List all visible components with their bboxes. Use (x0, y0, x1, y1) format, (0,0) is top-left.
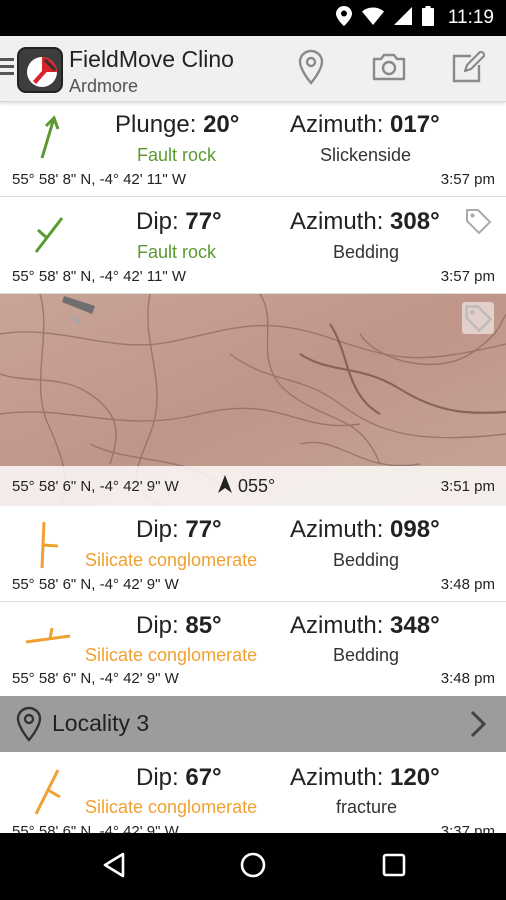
home-button[interactable] (233, 847, 273, 887)
tag-icon[interactable] (464, 207, 492, 235)
photo-record[interactable]: 55° 58' 6" N, -4° 42' 9" W 055° 3:51 pm (0, 294, 506, 506)
list-item[interactable]: Dip: 67° Azimuth: 120° Silicate conglome… (0, 752, 506, 833)
edit-note-icon (451, 49, 487, 88)
coordinates: 55° 58' 8" N, -4° 42' 11" W (12, 268, 187, 285)
timestamp: 3:48 pm (440, 670, 495, 687)
signal-icon (393, 6, 412, 30)
wifi-icon (361, 7, 384, 30)
bedding-symbol-icon (24, 616, 74, 666)
feature-type: Bedding (333, 645, 400, 665)
azimuth-value: Azimuth: 120° (290, 764, 440, 791)
back-icon (101, 851, 127, 884)
status-time: 11:19 (447, 7, 494, 28)
timestamp: 3:57 pm (440, 171, 495, 188)
azimuth-value: Azimuth: 017° (290, 111, 440, 138)
status-bar: 11:19 (0, 0, 506, 36)
recents-icon (382, 853, 406, 882)
home-icon (239, 851, 267, 884)
feature-type: Bedding (333, 242, 400, 262)
photo-info-strip: 55° 58' 6" N, -4° 42' 9" W 055° 3:51 pm (0, 466, 506, 506)
rock-unit: Silicate conglomerate (85, 550, 258, 570)
rock-unit: Fault rock (137, 145, 217, 165)
recents-button[interactable] (374, 847, 414, 887)
feature-type: Slickenside (320, 145, 412, 165)
timestamp: 3:48 pm (440, 576, 495, 593)
chevron-right-icon[interactable] (468, 710, 488, 738)
dip-value: Dip: 77° (136, 208, 222, 235)
app-logo (17, 47, 63, 93)
drawer-menu-icon[interactable] (0, 58, 14, 78)
azimuth-value: Azimuth: 308° (290, 208, 440, 235)
locality-header[interactable]: Locality 3 (0, 696, 506, 752)
system-nav-bar (0, 833, 506, 900)
dip-value: Dip: 77° (136, 516, 222, 543)
photo-heading: 055° (218, 475, 275, 498)
back-button[interactable] (94, 847, 134, 887)
location-icon (335, 5, 352, 31)
rock-unit: Fault rock (137, 242, 217, 262)
coordinates: 55° 58' 6" N, -4° 42' 9" W (12, 670, 179, 687)
battery-icon (421, 5, 434, 31)
add-locality-button[interactable] (289, 49, 333, 89)
camera-icon (371, 52, 407, 87)
azimuth-value: Azimuth: 098° (290, 516, 440, 543)
take-photo-button[interactable] (367, 49, 411, 89)
feature-type: Bedding (333, 550, 400, 570)
rock-unit: Silicate conglomerate (85, 645, 258, 665)
record-list[interactable]: Plunge: 20° Azimuth: 017° Fault rock Sli… (0, 102, 506, 833)
timestamp: 3:51 pm (440, 478, 495, 495)
coordinates: 55° 58' 6" N, -4° 42' 9" W (12, 576, 179, 593)
map-pin-icon (298, 49, 324, 90)
tag-icon[interactable] (462, 302, 494, 334)
list-item[interactable]: Dip: 77° Azimuth: 308° Fault rock Beddin… (0, 197, 506, 294)
dip-value: Dip: 85° (136, 612, 222, 639)
rock-unit: Silicate conglomerate (85, 797, 258, 817)
map-pin-icon (16, 706, 42, 742)
plunge-value: Plunge: 20° (115, 111, 240, 138)
app-title: FieldMove Clino (69, 46, 234, 72)
timestamp: 3:37 pm (440, 823, 495, 833)
locality-name: Locality 3 (52, 710, 150, 736)
list-item[interactable]: Dip: 85° Azimuth: 348° Silicate conglome… (0, 602, 506, 696)
app-bar: FieldMove Clino Ardmore (0, 36, 506, 102)
add-note-button[interactable] (446, 49, 490, 89)
north-arrow-icon (218, 475, 232, 498)
coordinates: 55° 58' 6" N, -4° 42' 9" W (12, 823, 179, 833)
azimuth-value: Azimuth: 348° (290, 612, 440, 639)
coordinates: 55° 58' 6" N, -4° 42' 9" W (12, 478, 179, 495)
status-icons: 11:19 (335, 5, 494, 31)
list-item[interactable]: Plunge: 20° Azimuth: 017° Fault rock Sli… (0, 102, 506, 197)
bedding-symbol-icon (24, 212, 74, 262)
lineation-symbol-icon (24, 112, 74, 162)
project-name: Ardmore (69, 76, 139, 96)
dip-value: Dip: 67° (136, 764, 222, 791)
bedding-symbol-icon (24, 520, 74, 570)
coordinates: 55° 58' 8" N, -4° 42' 11" W (12, 171, 187, 188)
feature-type: fracture (336, 797, 398, 817)
bedding-symbol-icon (24, 768, 74, 818)
timestamp: 3:57 pm (440, 268, 495, 285)
list-item[interactable]: Dip: 77° Azimuth: 098° Silicate conglome… (0, 506, 506, 602)
